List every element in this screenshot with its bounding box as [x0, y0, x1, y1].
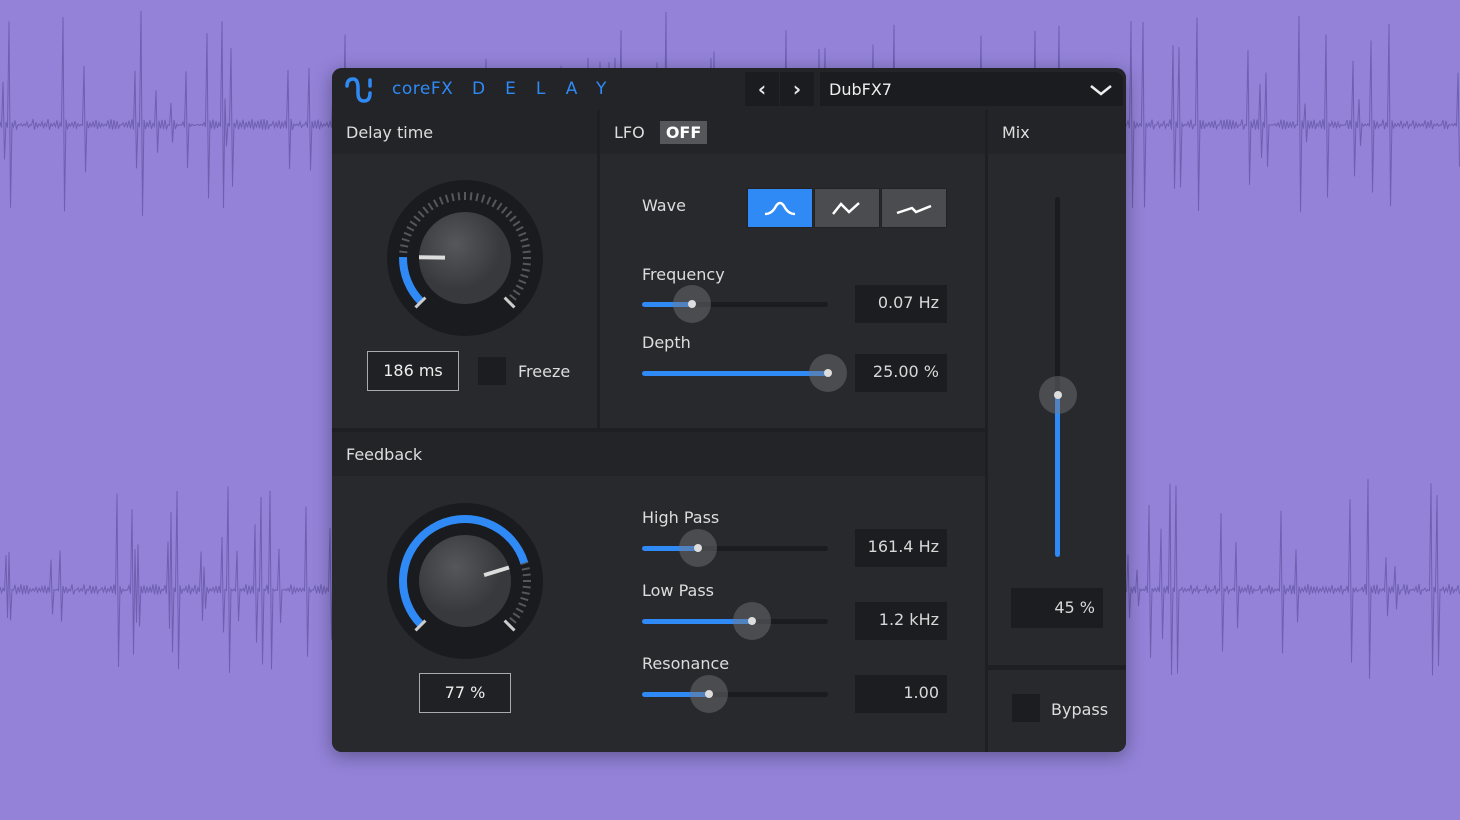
bypass-section: Bypass: [988, 670, 1126, 752]
top-bar: coreFX DELAY ‹ › DubFX7: [332, 68, 1126, 110]
frequency-slider[interactable]: [642, 285, 828, 323]
knob-cap: [419, 535, 511, 627]
bypass-label: Bypass: [1051, 700, 1109, 719]
mix-title: Mix: [988, 110, 1126, 154]
knob-tick: [399, 250, 408, 254]
mix-slider[interactable]: [1038, 197, 1077, 557]
next-preset-button[interactable]: ›: [780, 72, 814, 106]
feedback-title: Feedback: [332, 432, 985, 476]
knob-tick: [522, 585, 531, 589]
wave-sine-button[interactable]: [747, 188, 813, 228]
low-pass-slider[interactable]: [642, 602, 828, 640]
lfo-title: LFO: [614, 123, 645, 142]
sine-wave-icon: [764, 201, 796, 216]
mix-value[interactable]: 45 %: [1011, 588, 1103, 628]
high-pass-value[interactable]: 161.4 Hz: [855, 529, 947, 567]
frequency-value[interactable]: 0.07 Hz: [855, 285, 947, 323]
delay-time-section: Delay time 186 ms Freeze: [332, 110, 597, 428]
sawtooth-wave-icon: [896, 204, 932, 215]
delay-time-knob[interactable]: [385, 178, 545, 338]
chevron-left-icon: ‹: [757, 77, 767, 101]
feedback-section: Feedback 77 % High Pass 161.4 Hz Low Pas…: [332, 432, 985, 752]
knob-tick: [522, 250, 531, 254]
triangle-wave-icon: [832, 202, 860, 215]
feedback-knob[interactable]: [385, 501, 545, 661]
prev-preset-button[interactable]: ‹: [745, 72, 779, 106]
slider-fill: [642, 371, 828, 376]
corefx-logo-icon: [345, 77, 372, 103]
bypass-checkbox[interactable]: [1012, 694, 1040, 722]
mix-section: Mix 45 %: [988, 110, 1126, 665]
wave-triangle-button[interactable]: [814, 188, 880, 228]
slider-thumb[interactable]: [673, 285, 712, 323]
depth-slider[interactable]: [642, 354, 847, 392]
chevron-down-icon: [1090, 85, 1112, 96]
high-pass-slider[interactable]: [642, 529, 828, 567]
delay-time-value[interactable]: 186 ms: [367, 351, 459, 391]
delay-plugin-panel: coreFX DELAY ‹ › DubFX7 Delay time 186 m…: [332, 68, 1126, 752]
resonance-value[interactable]: 1.00: [855, 675, 947, 713]
resonance-slider[interactable]: [642, 675, 828, 713]
depth-label: Depth: [642, 333, 691, 352]
depth-value[interactable]: 25.00 %: [855, 354, 947, 392]
mix-fill: [1055, 395, 1060, 557]
slider-thumb[interactable]: [678, 529, 717, 567]
slider-thumb[interactable]: [732, 602, 771, 640]
knob-tick: [469, 192, 473, 201]
lfo-section: LFO OFF Wave Frequency 0.07 Hz Depth 25.…: [600, 110, 985, 428]
brand-name: coreFX: [392, 79, 454, 99]
resonance-label: Resonance: [642, 654, 730, 673]
low-pass-value[interactable]: 1.2 kHz: [855, 602, 947, 640]
feedback-value[interactable]: 77 %: [419, 673, 511, 713]
preset-name: DubFX7: [829, 80, 892, 99]
mix-thumb[interactable]: [1038, 376, 1077, 414]
knob-tick: [522, 573, 531, 577]
high-pass-label: High Pass: [642, 508, 720, 527]
delay-time-title: Delay time: [332, 110, 597, 154]
wave-selector: [747, 188, 947, 228]
knob-tick: [457, 192, 461, 201]
slider-thumb[interactable]: [689, 675, 728, 713]
freeze-checkbox[interactable]: [478, 357, 506, 385]
freeze-label: Freeze: [518, 362, 571, 381]
low-pass-label: Low Pass: [642, 581, 714, 600]
knob-tick: [522, 262, 531, 266]
frequency-label: Frequency: [642, 265, 725, 284]
plugin-title: DELAY: [472, 79, 627, 99]
slider-thumb[interactable]: [809, 354, 847, 392]
wave-label: Wave: [642, 196, 686, 215]
wave-saw-button[interactable]: [881, 188, 947, 228]
lfo-toggle[interactable]: OFF: [659, 121, 708, 144]
chevron-right-icon: ›: [792, 77, 802, 101]
preset-dropdown[interactable]: DubFX7: [820, 72, 1123, 106]
